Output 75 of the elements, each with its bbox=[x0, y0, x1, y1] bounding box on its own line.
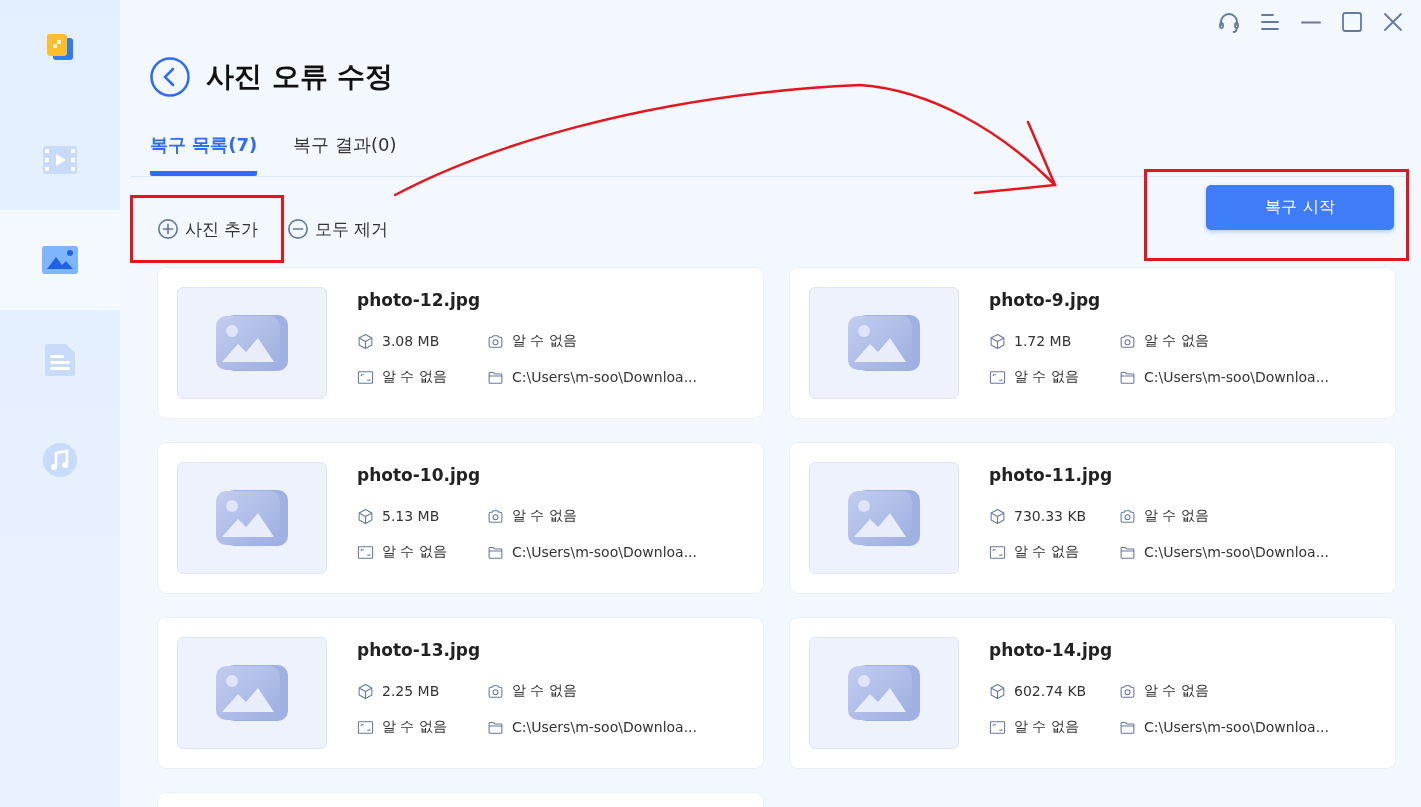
file-path: C:\Users\m-soo\Downloa... bbox=[512, 719, 697, 735]
camera-model: 알 수 없음 bbox=[512, 507, 577, 525]
minus-circle-icon bbox=[287, 218, 309, 240]
file-path: C:\Users\m-soo\Downloa... bbox=[1144, 369, 1329, 385]
file-size: 2.25 MB bbox=[382, 683, 440, 699]
image-icon bbox=[41, 245, 79, 275]
cube-icon bbox=[357, 507, 374, 525]
camera-model: 알 수 없음 bbox=[1144, 332, 1209, 350]
cube-icon bbox=[989, 507, 1006, 525]
file-path: C:\Users\m-soo\Downloa... bbox=[512, 544, 697, 560]
camera-icon bbox=[1119, 682, 1136, 700]
file-path: C:\Users\m-soo\Downloa... bbox=[1144, 719, 1329, 735]
plus-circle-icon bbox=[157, 218, 179, 240]
cube-icon bbox=[357, 332, 374, 350]
file-name: photo-12.jpg bbox=[357, 290, 482, 312]
image-placeholder-icon bbox=[214, 662, 290, 724]
add-photo-button[interactable]: 사진 추가 bbox=[157, 217, 259, 241]
back-button[interactable] bbox=[150, 57, 190, 97]
file-size: 5.13 MB bbox=[382, 508, 440, 524]
camera-model: 알 수 없음 bbox=[1144, 682, 1209, 700]
maximize-icon bbox=[1340, 10, 1364, 34]
camera-model: 알 수 없음 bbox=[512, 682, 577, 700]
resolution: 알 수 없음 bbox=[1014, 543, 1079, 561]
cube-icon bbox=[989, 332, 1006, 350]
image-placeholder-icon bbox=[846, 662, 922, 724]
image-placeholder-icon bbox=[846, 487, 922, 549]
camera-model: 알 수 없음 bbox=[512, 332, 577, 350]
maximize-button[interactable] bbox=[1340, 10, 1364, 34]
file-name: photo-14.jpg bbox=[989, 640, 1114, 662]
file-path: C:\Users\m-soo\Downloa... bbox=[1144, 544, 1329, 560]
resolution-icon bbox=[357, 368, 374, 386]
minimize-icon bbox=[1301, 20, 1321, 24]
music-note-icon bbox=[42, 442, 78, 478]
cube-icon bbox=[357, 682, 374, 700]
support-button[interactable] bbox=[1217, 10, 1241, 34]
resolution-icon bbox=[357, 718, 374, 736]
start-recovery-button[interactable]: 복구 시작 bbox=[1206, 184, 1394, 230]
file-size: 730.33 KB bbox=[1014, 508, 1087, 524]
tab[interactable]: 복구 결과(0) bbox=[293, 133, 397, 176]
tab[interactable]: 복구 목록(7) bbox=[150, 133, 258, 176]
image-placeholder-icon bbox=[214, 487, 290, 549]
file-size: 1.72 MB bbox=[1014, 333, 1072, 349]
file-path: C:\Users\m-soo\Downloa... bbox=[512, 369, 697, 385]
camera-icon bbox=[487, 682, 504, 700]
resolution: 알 수 없음 bbox=[382, 543, 447, 561]
document-icon bbox=[44, 343, 76, 377]
file-size: 3.08 MB bbox=[382, 333, 440, 349]
close-icon bbox=[1381, 10, 1405, 34]
file-name: photo-13.jpg bbox=[357, 640, 482, 662]
app-logo-icon bbox=[45, 32, 75, 62]
file-name: photo-10.jpg bbox=[357, 465, 482, 487]
camera-icon bbox=[1119, 332, 1136, 350]
image-placeholder-icon bbox=[846, 312, 922, 374]
camera-icon bbox=[1119, 507, 1136, 525]
page-title: 사진 오류 수정 bbox=[206, 59, 394, 95]
camera-icon bbox=[487, 332, 504, 350]
resolution-icon bbox=[989, 718, 1006, 736]
resolution: 알 수 없음 bbox=[1014, 368, 1079, 386]
headset-icon bbox=[1217, 10, 1241, 34]
image-placeholder-icon bbox=[214, 312, 290, 374]
camera-model: 알 수 없음 bbox=[1144, 507, 1209, 525]
film-icon bbox=[42, 145, 78, 175]
cube-icon bbox=[989, 682, 1006, 700]
resolution-icon bbox=[989, 368, 1006, 386]
camera-icon bbox=[487, 507, 504, 525]
remove-all-button[interactable]: 모두 제거 bbox=[287, 217, 389, 241]
file-name: photo-9.jpg bbox=[989, 290, 1102, 312]
file-name: photo-11.jpg bbox=[989, 465, 1114, 487]
file-size: 602.74 KB bbox=[1014, 683, 1087, 699]
resolution: 알 수 없음 bbox=[382, 718, 447, 736]
resolution-icon bbox=[989, 543, 1006, 561]
close-button[interactable] bbox=[1381, 10, 1405, 34]
resolution: 알 수 없음 bbox=[1014, 718, 1079, 736]
resolution: 알 수 없음 bbox=[382, 368, 447, 386]
resolution-icon bbox=[357, 543, 374, 561]
